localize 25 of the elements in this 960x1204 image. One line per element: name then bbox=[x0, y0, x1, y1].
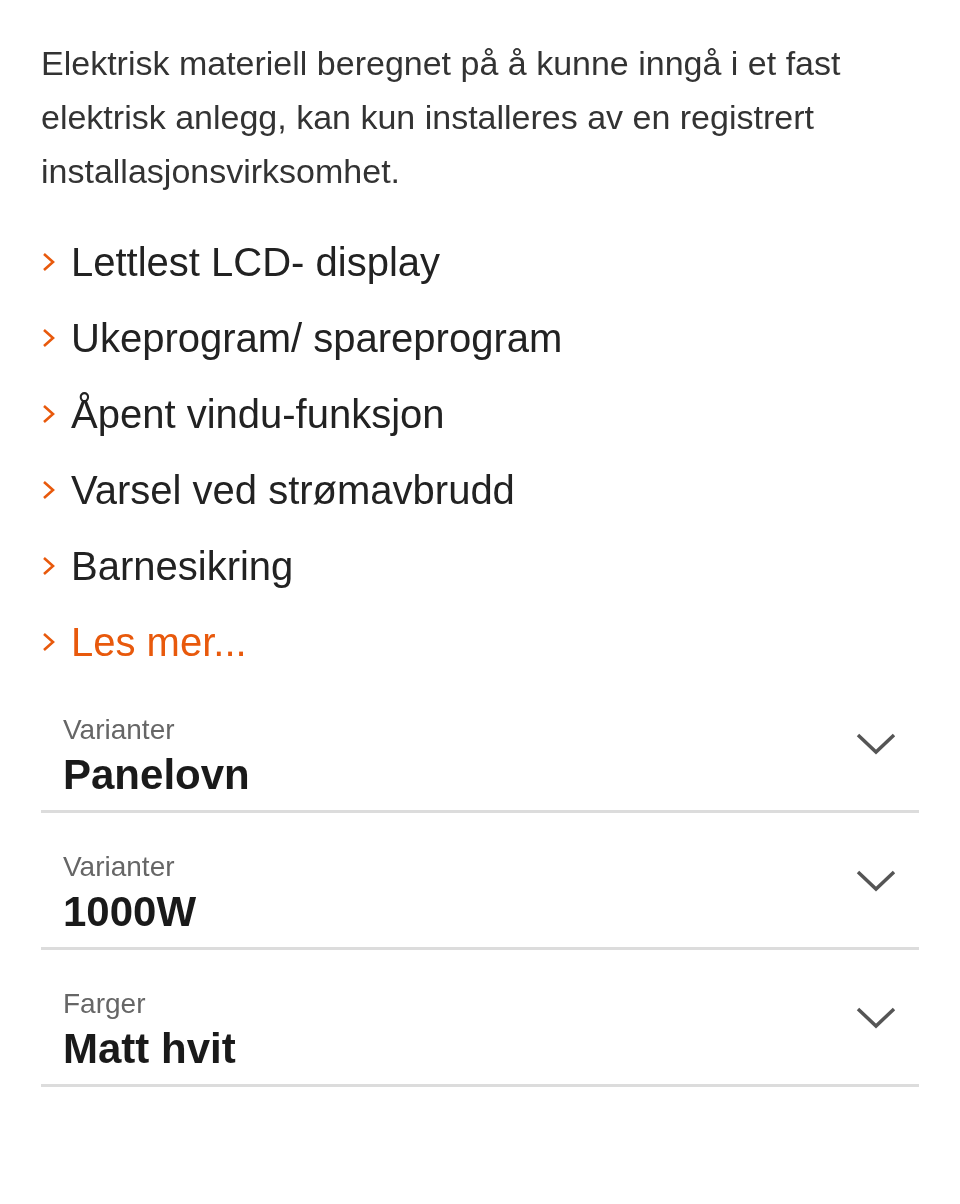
chevron-right-icon bbox=[41, 326, 57, 350]
chevron-right-icon bbox=[41, 250, 57, 274]
feature-text: Barnesikring bbox=[71, 543, 294, 589]
chevron-right-icon bbox=[41, 630, 57, 654]
feature-text: Lettlest LCD- display bbox=[71, 239, 441, 285]
dropdown-value: Panelovn bbox=[63, 750, 251, 800]
dropdown-label: Farger bbox=[63, 987, 147, 1021]
chevron-down-icon bbox=[855, 868, 897, 894]
description-text: Elektrisk materiell beregnet på å kunne inngå i et fast elektrisk anlegg, kan kun installeres av en registrert installasjonsvirksomhet. bbox=[41, 43, 842, 192]
dropdown-value: Matt hvit bbox=[63, 1024, 237, 1074]
chevron-right-icon bbox=[41, 554, 57, 578]
dropdown[interactable]: Farger Matt hvit bbox=[41, 980, 919, 1087]
feature-text: Varsel ved strømavbrudd bbox=[71, 467, 515, 513]
feature-text: Åpent vindu-funksjon bbox=[71, 391, 445, 437]
dropdown-label: Varianter bbox=[63, 713, 176, 747]
chevron-down-icon bbox=[855, 731, 897, 757]
dropdown[interactable]: Varianter Panelovn bbox=[41, 706, 919, 813]
chevron-right-icon bbox=[41, 478, 57, 502]
chevron-down-icon bbox=[855, 1005, 897, 1031]
dropdown-label: Varianter bbox=[63, 850, 176, 884]
chevron-right-icon bbox=[41, 402, 57, 426]
read-more-link[interactable]: Les mer... bbox=[71, 619, 247, 665]
dropdown[interactable]: Varianter 1000W bbox=[41, 843, 919, 950]
dropdown-value: 1000W bbox=[63, 887, 198, 937]
feature-text: Ukeprogram/ spareprogram bbox=[71, 315, 563, 361]
